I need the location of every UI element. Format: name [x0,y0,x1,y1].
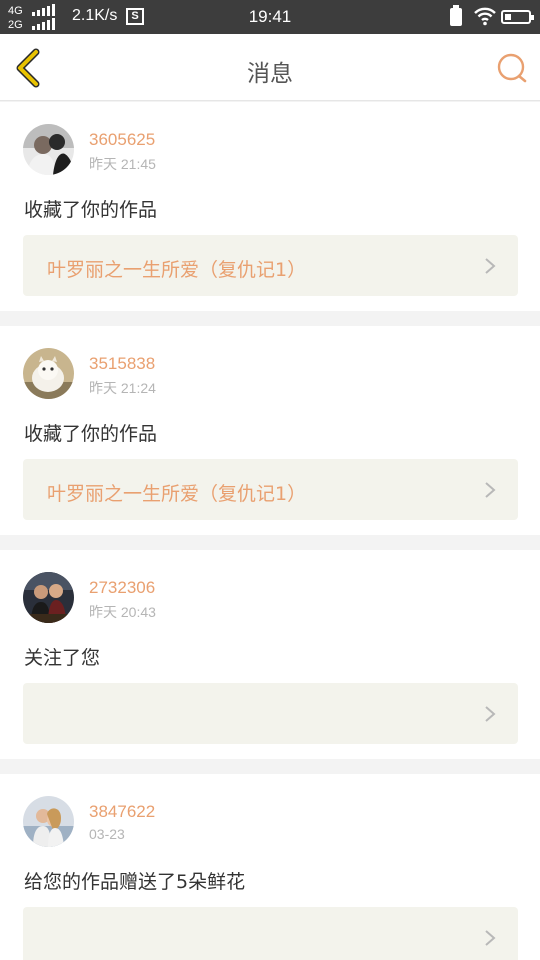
work-link[interactable] [23,907,518,960]
user-id[interactable]: 2732306 [89,578,155,598]
nav-header: 消息 [0,34,540,101]
avatar[interactable] [23,348,74,399]
status-bar: 4G 2G 2.1K/s S 19:41 [0,0,540,34]
work-title: 叶罗丽之一生所爱（复仇记1） [47,483,307,505]
message-text: 关注了您 [24,647,101,669]
message-text: 给您的作品赠送了5朵鲜花 [24,871,246,893]
work-link[interactable] [23,683,518,744]
message-time: 昨天 20:43 [89,604,156,620]
avatar[interactable] [23,572,74,623]
message-text: 收藏了你的作品 [24,423,158,445]
user-id[interactable]: 3847622 [89,802,155,822]
work-link[interactable]: 叶罗丽之一生所爱（复仇记1） [23,459,518,520]
message-card: 3605625 昨天 21:45 收藏了你的作品 叶罗丽之一生所爱（复仇记1） [0,102,540,311]
message-time: 03-23 [89,826,125,842]
chevron-right-icon [485,930,496,946]
chevron-right-icon [485,482,496,498]
message-text: 收藏了你的作品 [24,199,158,221]
user-id[interactable]: 3515838 [89,354,155,374]
search-icon[interactable] [494,50,530,86]
user-id[interactable]: 3605625 [89,130,155,150]
chevron-right-icon [485,706,496,722]
message-card: 2732306 昨天 20:43 关注了您 [0,550,540,759]
avatar[interactable] [23,796,74,847]
wifi-icon [474,7,496,26]
battery-icon [501,10,534,24]
work-link[interactable]: 叶罗丽之一生所爱（复仇记1） [23,235,518,296]
message-card: 3515838 昨天 21:24 收藏了你的作品 叶罗丽之一生所爱（复仇记1） [0,326,540,535]
message-card: 3847622 03-23 给您的作品赠送了5朵鲜花 [0,774,540,960]
avatar[interactable] [23,124,74,175]
chevron-right-icon [485,258,496,274]
message-time: 昨天 21:45 [89,156,156,172]
message-list: 3605625 昨天 21:45 收藏了你的作品 叶罗丽之一生所爱（复仇记1） … [0,102,540,960]
page-title: 消息 [247,61,293,87]
message-time: 昨天 21:24 [89,380,156,396]
work-title: 叶罗丽之一生所爱（复仇记1） [47,259,307,281]
charging-icon [450,5,462,26]
